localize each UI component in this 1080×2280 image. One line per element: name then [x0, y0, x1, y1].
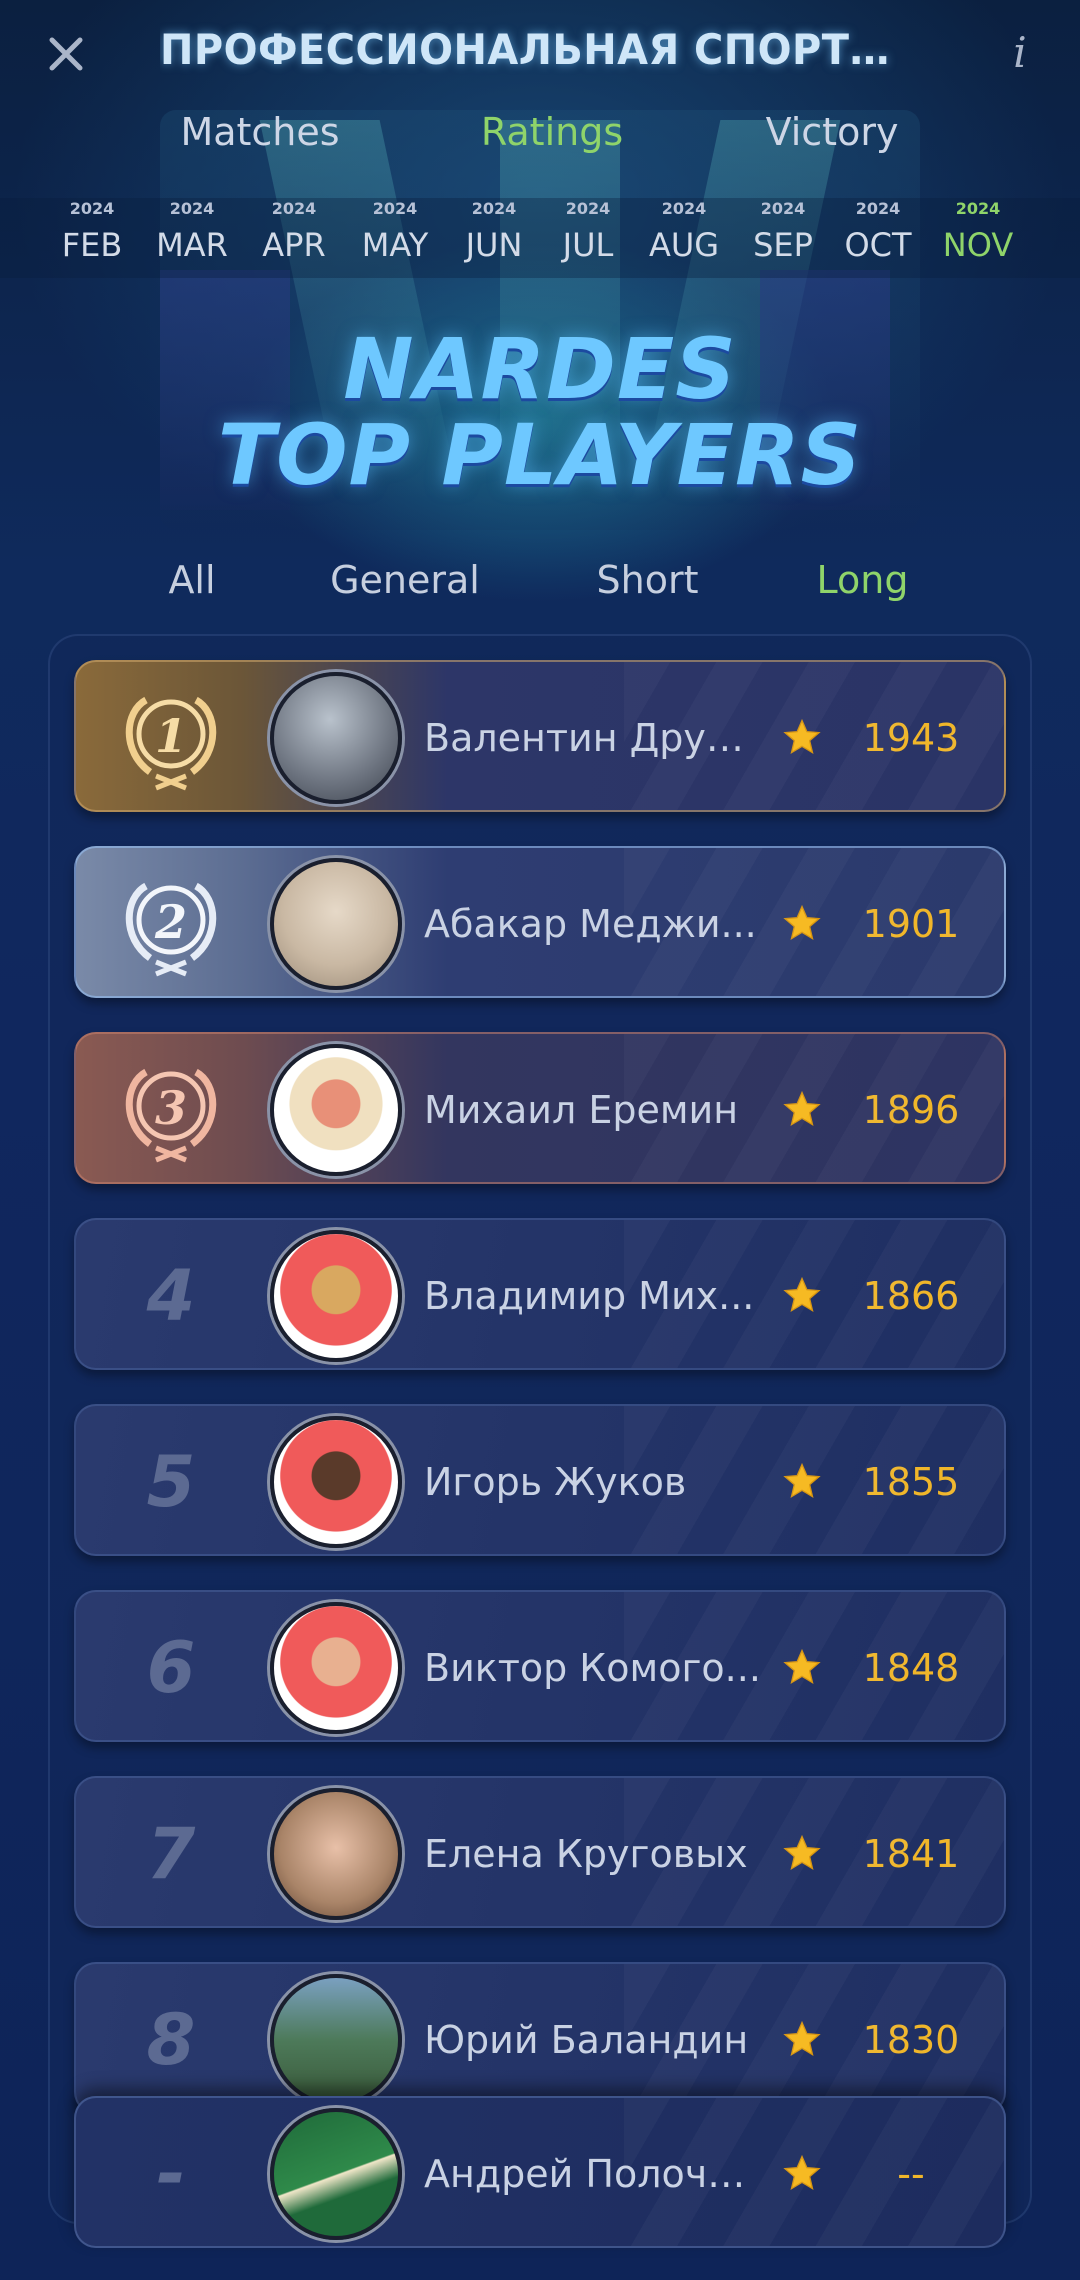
- leaderboard-row[interactable]: 4 Владимир Мих... 1866: [74, 1218, 1006, 1370]
- page-title: ПРОФЕССИОНАЛЬНАЯ СПОРТИВНАЯ ...: [160, 25, 920, 74]
- month-item-active[interactable]: 2024 NOV: [930, 198, 1026, 270]
- svg-text:3: 3: [155, 1081, 187, 1135]
- tab-ratings[interactable]: Ratings: [452, 100, 652, 164]
- rank-number: -: [156, 2133, 186, 2215]
- leaderboard-row[interactable]: 2 Абакар Меджи... 1901: [74, 846, 1006, 998]
- tab-victory[interactable]: Victory: [732, 100, 932, 164]
- player-score: 1830: [862, 2018, 960, 2062]
- info-button[interactable]: i: [1000, 28, 1040, 78]
- info-icon: i: [1013, 28, 1027, 77]
- leaderboard-row[interactable]: 8 Юрий Баландин 1830: [74, 1962, 1006, 2114]
- month-item[interactable]: 2024 FEB: [44, 198, 140, 270]
- leaderboard-row[interactable]: 7 Елена Круговых 1841: [74, 1776, 1006, 1928]
- top-bar: ПРОФЕССИОНАЛЬНАЯ СПОРТИВНАЯ ... i: [0, 0, 1080, 110]
- avatar: [270, 1230, 402, 1362]
- bronze-medal-icon: 3: [125, 1068, 217, 1163]
- star-icon: [782, 718, 822, 758]
- player-name: Андрей Полочк...: [424, 2152, 764, 2196]
- filter-all[interactable]: All: [132, 548, 252, 612]
- leaderboard-row[interactable]: 3 Михаил Еремин 1896: [74, 1032, 1006, 1184]
- star-icon: [782, 904, 822, 944]
- avatar: [270, 2108, 402, 2240]
- month-selector[interactable]: 2024 FEB 2024 MAR 2024 APR 2024 MAY 2024 JUN …: [0, 198, 1080, 278]
- player-score: 1901: [862, 902, 960, 946]
- player-name: Юрий Баландин: [424, 2018, 749, 2062]
- month-item[interactable]: 2024 SEP: [735, 198, 831, 270]
- leaderboard-row[interactable]: 5 Игорь Жуков 1855: [74, 1404, 1006, 1556]
- player-score: 1866: [862, 1274, 960, 1318]
- svg-text:1: 1: [155, 709, 187, 763]
- player-name: Абакар Меджи...: [424, 902, 757, 946]
- filter-general[interactable]: General: [310, 548, 500, 612]
- tab-matches[interactable]: Matches: [160, 100, 360, 164]
- player-name: Михаил Еремин: [424, 1088, 739, 1132]
- month-item[interactable]: 2024 MAR: [144, 198, 240, 270]
- avatar: [270, 1044, 402, 1176]
- svg-text:2: 2: [154, 895, 187, 949]
- filter-long[interactable]: Long: [790, 548, 935, 612]
- logo-line-1: NARDES: [343, 320, 737, 418]
- player-score: 1841: [862, 1832, 960, 1876]
- close-icon: [49, 37, 83, 71]
- month-item[interactable]: 2024 JUN: [446, 198, 542, 270]
- player-score: 1943: [862, 716, 960, 760]
- player-name: Владимир Мих...: [424, 1274, 755, 1318]
- star-icon: [782, 1648, 822, 1688]
- player-name: Елена Круговых: [424, 1832, 748, 1876]
- filter-short[interactable]: Short: [570, 548, 725, 612]
- rank-number: 6: [146, 1627, 196, 1709]
- player-score: 1848: [862, 1646, 960, 1690]
- rank-number: 4: [146, 1255, 196, 1337]
- avatar: [270, 1974, 402, 2106]
- close-button[interactable]: [42, 30, 90, 78]
- leaderboard-row[interactable]: 1 Валентин Друж... 1943: [74, 660, 1006, 812]
- current-user-row[interactable]: - Андрей Полочк... --: [74, 2096, 1006, 2248]
- avatar: [270, 1788, 402, 1920]
- player-score: 1855: [862, 1460, 960, 1504]
- player-name: Валентин Друж...: [424, 716, 764, 760]
- avatar: [270, 858, 402, 990]
- avatar: [270, 1416, 402, 1548]
- leaderboard-row[interactable]: 6 Виктор Комого... 1848: [74, 1590, 1006, 1742]
- month-item[interactable]: 2024 APR: [246, 198, 342, 270]
- silver-medal-icon: 2: [125, 882, 217, 977]
- rank-number: 5: [146, 1441, 196, 1523]
- rank-number: 7: [146, 1813, 196, 1895]
- star-icon: [782, 1834, 822, 1874]
- star-icon: [782, 1090, 822, 1130]
- star-icon: [782, 1276, 822, 1316]
- nardes-top-players-logo: NARDES TOP PLAYERS: [180, 310, 900, 510]
- star-icon: [782, 2154, 822, 2194]
- star-icon: [782, 1462, 822, 1502]
- month-item[interactable]: 2024 OCT: [830, 198, 926, 270]
- category-filters: All General Short Long: [0, 548, 1080, 612]
- player-name: Виктор Комого...: [424, 1646, 761, 1690]
- gold-medal-icon: 1: [125, 696, 217, 791]
- avatar: [270, 672, 402, 804]
- rank-number: 8: [146, 1999, 196, 2081]
- player-score: --: [897, 2152, 925, 2196]
- avatar: [270, 1602, 402, 1734]
- month-item[interactable]: 2024 JUL: [540, 198, 636, 270]
- star-icon: [782, 2020, 822, 2060]
- player-name: Игорь Жуков: [424, 1460, 687, 1504]
- logo-line-2: TOP PLAYERS: [217, 406, 863, 504]
- month-item[interactable]: 2024 MAY: [347, 198, 443, 270]
- player-score: 1896: [862, 1088, 960, 1132]
- main-tabs: Matches Ratings Victory: [0, 100, 1080, 164]
- month-item[interactable]: 2024 AUG: [636, 198, 732, 270]
